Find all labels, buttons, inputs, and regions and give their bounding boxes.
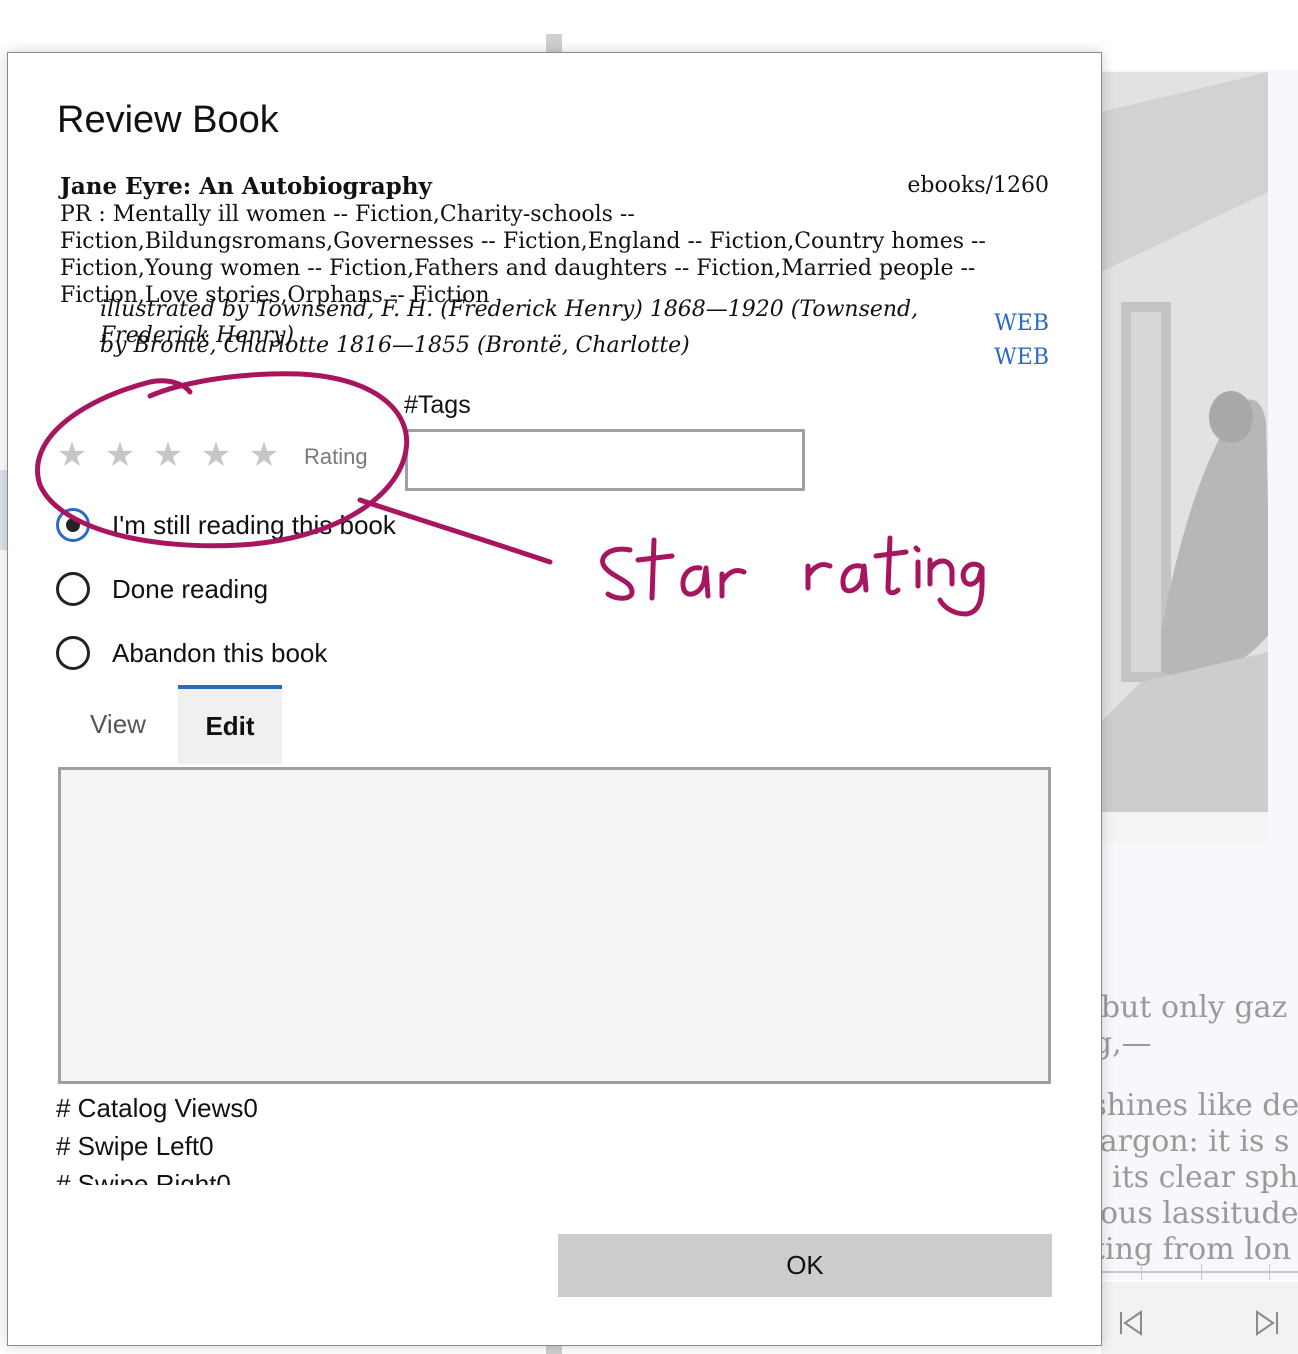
slider-tick: [1201, 1264, 1202, 1280]
star-rating[interactable]: ★ ★ ★ ★ ★: [56, 437, 280, 473]
author-web-link[interactable]: WEB: [994, 345, 1049, 370]
radio-label: I'm still reading this book: [112, 509, 396, 540]
review-text-area[interactable]: [58, 767, 1051, 1084]
radio-button-checked[interactable]: [56, 508, 90, 542]
status-done-reading[interactable]: Done reading: [56, 572, 268, 606]
illustrator-web-link[interactable]: WEB: [994, 311, 1049, 336]
book-title: Jane Eyre: An Autobiography: [60, 173, 432, 200]
star-icon[interactable]: ★: [56, 437, 88, 473]
stat-swipe-left: # Swipe Left0: [56, 1131, 214, 1161]
dialog-title: Review Book: [57, 99, 279, 141]
background-divider-top: [546, 34, 562, 54]
tags-label: #Tags: [404, 391, 471, 419]
status-abandon[interactable]: Abandon this book: [56, 636, 327, 670]
ok-button[interactable]: OK: [558, 1234, 1052, 1297]
skip-to-end-icon[interactable]: [1250, 1306, 1284, 1340]
stat-swipe-right: # Swipe Right0: [56, 1169, 231, 1185]
star-icon[interactable]: ★: [104, 437, 136, 473]
radio-button[interactable]: [56, 636, 90, 670]
skip-to-start-icon[interactable]: [1114, 1306, 1148, 1340]
background-illustration: [1101, 72, 1298, 842]
background-left-edge: [0, 470, 7, 550]
stats-list: # Catalog Views0 # Swipe Left0 # Swipe R…: [56, 1089, 756, 1185]
star-icon[interactable]: ★: [200, 437, 232, 473]
review-book-dialog: Review Book Jane Eyre: An Autobiography …: [7, 52, 1102, 1346]
radio-button[interactable]: [56, 572, 90, 606]
tab-edit[interactable]: Edit: [178, 685, 282, 764]
star-icon[interactable]: ★: [152, 437, 184, 473]
book-id: ebooks/1260: [907, 173, 1049, 198]
radio-label: Abandon this book: [112, 637, 328, 668]
tags-input[interactable]: [405, 429, 805, 491]
slider-tick: [1269, 1264, 1270, 1280]
radio-label: Done reading: [112, 573, 269, 604]
stat-catalog-views: # Catalog Views0: [56, 1093, 258, 1123]
radio-dot: [66, 518, 80, 532]
status-still-reading[interactable]: I'm still reading this book: [56, 508, 396, 542]
rating-label: Rating: [304, 444, 368, 469]
background-page-slider[interactable]: [1101, 1262, 1298, 1282]
tab-view[interactable]: View: [66, 685, 170, 764]
contributor-author: by Brontë, Charlotte 1816—1855 (Brontë, …: [100, 333, 690, 358]
book-subjects: PR : Mentally ill women -- Fiction,Chari…: [60, 202, 986, 308]
star-icon[interactable]: ★: [248, 437, 280, 473]
slider-tick: [1141, 1264, 1142, 1280]
